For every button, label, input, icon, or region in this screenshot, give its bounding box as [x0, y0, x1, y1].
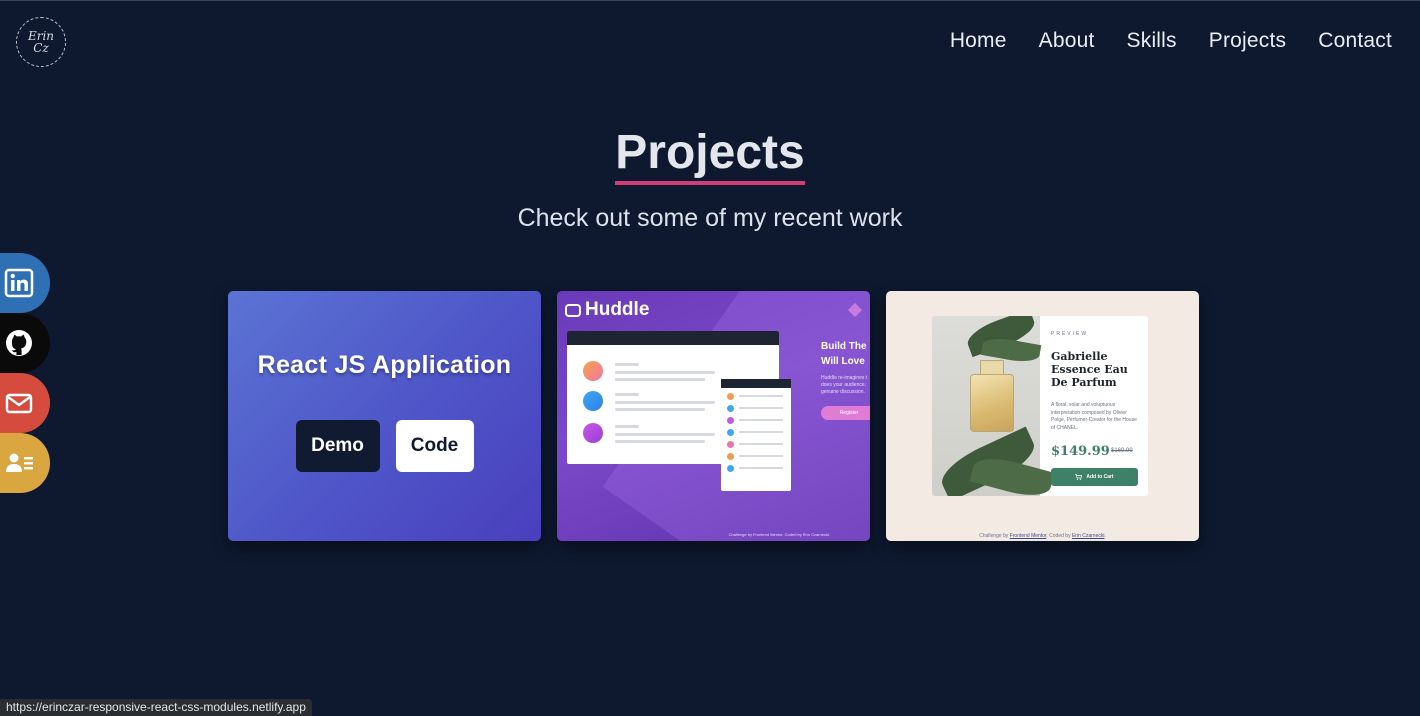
- chat-bubble-icon: [565, 303, 581, 317]
- mockup-avatar: [583, 423, 603, 443]
- footer-mid: . Coded by: [1046, 533, 1071, 539]
- project-card-huddle[interactable]: Huddle Build The Will Love Huddle re-ima…: [557, 291, 870, 541]
- huddle-register-button: Register: [821, 406, 870, 420]
- footer-link-frontend-mentor: Frontend Mentor: [1009, 533, 1047, 539]
- mockup-line: [739, 467, 783, 469]
- project-card-perfume[interactable]: PREVIEW Gabrielle Essence Eau De Parfum …: [886, 291, 1199, 541]
- cart-icon: [1075, 474, 1083, 480]
- github-link[interactable]: [0, 313, 50, 373]
- mockup-line: [615, 401, 715, 404]
- mockup-line: [615, 371, 715, 374]
- perfume-price: $149.99: [1051, 444, 1110, 459]
- mockup-line: [615, 425, 639, 428]
- project-card-buttons: Demo Code: [228, 420, 541, 472]
- mockup-chat-titlebar: [721, 379, 791, 388]
- section-title-wrap: Projects: [0, 127, 1420, 185]
- nav-skills[interactable]: Skills: [1127, 29, 1177, 53]
- contact-card-link[interactable]: [0, 433, 50, 493]
- mockup-chat-avatar: [727, 405, 734, 412]
- mockup-line: [739, 419, 783, 421]
- page-subtitle: Check out some of my recent work: [517, 204, 903, 232]
- project-card-react[interactable]: React JS Application Demo Code: [228, 291, 541, 541]
- huddle-heading-line-1: Build The: [821, 341, 867, 352]
- project-card-title: React JS Application: [257, 351, 512, 379]
- mockup-chat-avatar: [727, 429, 734, 436]
- mockup-line: [615, 440, 705, 443]
- linkedin-link[interactable]: [0, 253, 50, 313]
- huddle-logo: Huddle: [565, 299, 649, 321]
- linkedin-icon: [4, 268, 34, 298]
- footer-end: .: [1104, 533, 1106, 539]
- perfume-bottle: [970, 374, 1014, 432]
- nav-about[interactable]: About: [1039, 29, 1095, 53]
- main-nav: Home About Skills Projects Contact: [950, 29, 1392, 53]
- nav-home[interactable]: Home: [950, 29, 1007, 53]
- perfume-product-panel: PREVIEW Gabrielle Essence Eau De Parfum …: [932, 316, 1148, 496]
- nav-contact[interactable]: Contact: [1318, 29, 1392, 53]
- add-to-cart-label: Add to Cart: [1086, 474, 1114, 480]
- perfume-photo: [932, 316, 1055, 496]
- mockup-titlebar: [567, 331, 779, 345]
- mockup-line: [739, 407, 783, 409]
- mockup-line: [739, 431, 783, 433]
- social-sidebar: [0, 253, 50, 493]
- add-to-cart-button: Add to Cart: [1051, 468, 1138, 486]
- mockup-line: [739, 455, 783, 457]
- mockup-avatar: [583, 391, 603, 411]
- footer-prefix: Challenge by: [979, 533, 1009, 539]
- mockup-chat-avatar: [727, 393, 734, 400]
- link-preview-status: https://erinczar-responsive-react-css-mo…: [0, 699, 312, 716]
- mockup-line: [739, 443, 783, 445]
- mockup-line: [615, 393, 639, 396]
- code-button[interactable]: Code: [395, 420, 474, 472]
- logo-line-2: Cz: [33, 41, 49, 55]
- github-icon: [6, 330, 32, 356]
- project-cards: React JS Application Demo Code Huddle Bu…: [228, 291, 1199, 541]
- mockup-chat-avatar: [727, 417, 734, 424]
- mockup-chat-avatar: [727, 441, 734, 448]
- nav-projects[interactable]: Projects: [1209, 29, 1286, 53]
- perfume-description: A floral, solar and voluptuous interpret…: [1051, 402, 1137, 431]
- huddle-brand-name: Huddle: [585, 299, 650, 320]
- mockup-line: [739, 395, 783, 397]
- huddle-heading-line-2: Will Love: [821, 356, 865, 367]
- page-title: Projects: [615, 127, 805, 185]
- mockup-chat-avatar: [727, 465, 734, 472]
- mockup-avatar: [583, 361, 603, 381]
- huddle-text: Huddle re-imagines t does your audience.…: [821, 375, 868, 395]
- perfume-old-price: $169.99: [1111, 448, 1133, 454]
- mockup-line: [615, 408, 705, 411]
- demo-button[interactable]: Demo: [295, 420, 380, 472]
- huddle-mockup-chat: [721, 379, 791, 491]
- huddle-footer: Challenge by Frontend Mentor. Coded by E…: [728, 532, 830, 537]
- mockup-line: [615, 363, 639, 366]
- perfume-preview-label: PREVIEW: [1051, 331, 1089, 337]
- email-icon: [5, 393, 33, 414]
- contact-card-icon: [6, 453, 33, 472]
- mockup-chat-avatar: [727, 453, 734, 460]
- huddle-heading: Build The Will Love: [821, 339, 867, 369]
- mockup-line: [615, 433, 715, 436]
- email-link[interactable]: [0, 373, 50, 433]
- mockup-line: [615, 378, 705, 381]
- logo[interactable]: Erin Cz: [16, 17, 66, 67]
- perfume-name: Gabrielle Essence Eau De Parfum: [1051, 350, 1128, 389]
- perfume-footer: Challenge by Frontend Mentor. Coded by E…: [886, 533, 1199, 539]
- footer-link-author: Erin Czarnecki: [1071, 533, 1105, 539]
